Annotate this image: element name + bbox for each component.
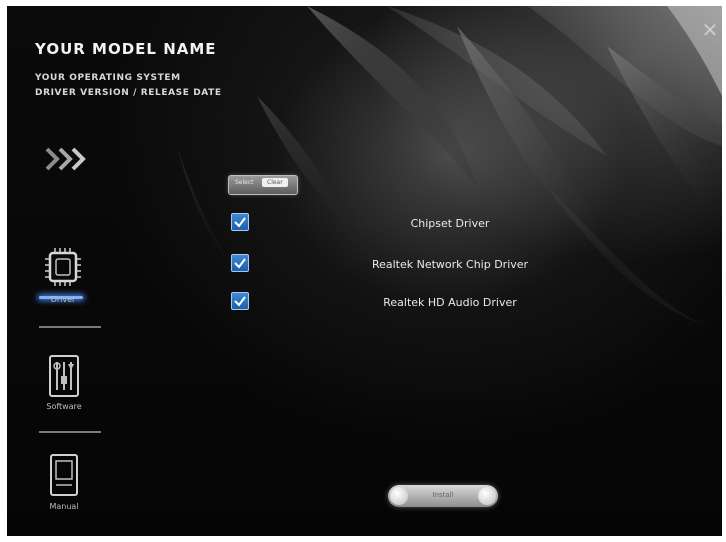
driver-label: Realtek HD Audio Driver bbox=[383, 296, 517, 309]
close-icon[interactable]: ✕ bbox=[700, 20, 720, 42]
tools-icon bbox=[49, 355, 79, 397]
driver-checkbox[interactable] bbox=[231, 213, 249, 231]
driver-label: Chipset Driver bbox=[410, 217, 490, 230]
chevrons-icon bbox=[45, 147, 86, 171]
install-button[interactable]: Install bbox=[388, 485, 498, 507]
background-foliage bbox=[177, 6, 722, 326]
sidebar-item-label: Driver bbox=[50, 295, 76, 304]
driver-checkbox[interactable] bbox=[231, 254, 249, 272]
select-clear-toggle[interactable]: Select Clear bbox=[228, 175, 298, 195]
button-knob-right bbox=[478, 487, 496, 505]
chip-icon bbox=[45, 248, 81, 286]
sidebar-divider bbox=[39, 431, 101, 433]
sidebar-divider bbox=[39, 326, 101, 328]
select-all-option[interactable]: Select bbox=[235, 179, 254, 186]
page-title: YOUR MODEL NAME bbox=[35, 40, 217, 58]
driver-label: Realtek Network Chip Driver bbox=[371, 258, 529, 271]
book-icon bbox=[50, 454, 78, 496]
checkmark-icon bbox=[234, 296, 246, 307]
installer-window: YOUR MODEL NAME YOUR OPERATING SYSTEM DR… bbox=[7, 6, 722, 536]
checkmark-icon bbox=[234, 217, 246, 228]
clear-option[interactable]: Clear bbox=[262, 178, 288, 187]
checkmark-icon bbox=[234, 258, 246, 269]
sidebar-item-label: Software bbox=[46, 402, 82, 411]
operating-system-label: YOUR OPERATING SYSTEM bbox=[35, 73, 181, 83]
sidebar-item-label: Manual bbox=[49, 502, 79, 511]
driver-version-label: DRIVER VERSION / RELEASE DATE bbox=[35, 88, 222, 98]
driver-checkbox[interactable] bbox=[231, 292, 249, 310]
